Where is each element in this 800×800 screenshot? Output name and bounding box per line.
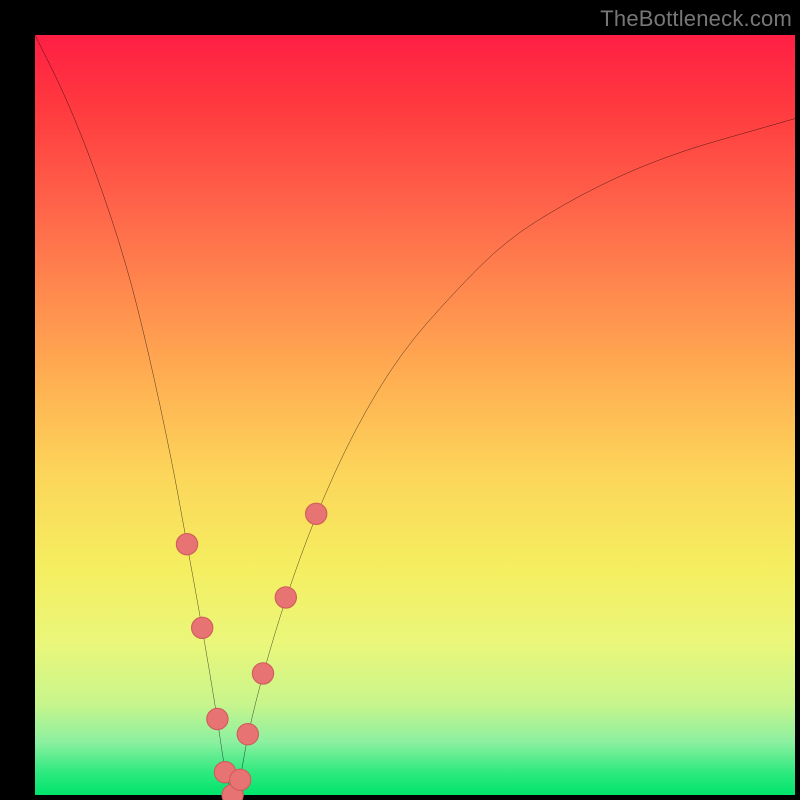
data-point [230,769,251,790]
curve-line [35,35,795,790]
watermark-text: TheBottleneck.com [600,6,792,32]
data-point [207,708,228,729]
data-point [252,663,273,684]
chart-frame: TheBottleneck.com [0,0,800,800]
data-point [275,587,296,608]
data-point [306,503,327,524]
bottleneck-curve [35,35,795,795]
curve-markers [176,503,326,800]
data-point [237,724,258,745]
plot-area [35,35,795,795]
data-point [192,617,213,638]
data-point [176,534,197,555]
